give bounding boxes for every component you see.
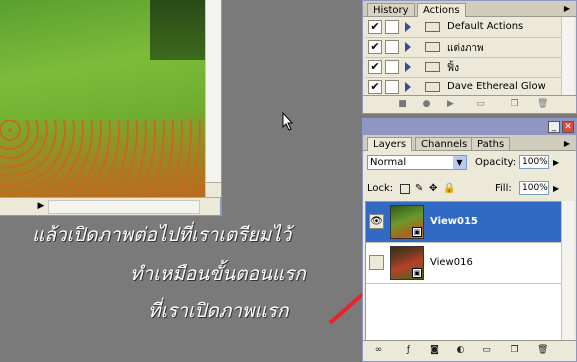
fill-field[interactable]: 100% (519, 181, 549, 195)
toggle-checkbox[interactable]: ✔ (368, 20, 382, 34)
expand-triangle-icon[interactable] (405, 82, 411, 92)
new-group-icon[interactable]: ▭ (481, 345, 492, 356)
lock-move-icon[interactable]: ✥ (429, 184, 439, 194)
toggle-checkbox[interactable]: ✔ (368, 40, 382, 54)
layer-row[interactable]: ▣ View016 (366, 243, 561, 284)
expand-triangle-icon[interactable] (405, 22, 411, 32)
delete-icon[interactable]: 🗑 (537, 99, 548, 110)
document-window: ▶ (0, 0, 222, 216)
caption-line-1: แล้วเปิดภาพต่อไปที่เราเตรียมไว้ (32, 224, 292, 246)
toggle-checkbox[interactable]: ✔ (368, 60, 382, 74)
new-set-icon[interactable]: ▭ (475, 99, 486, 110)
lock-label: Lock: (367, 183, 394, 194)
layer-row[interactable]: 👁 ▣ View015 (366, 202, 561, 243)
actions-scrollbar[interactable] (561, 17, 574, 96)
layer-list: 👁 ▣ View015 ▣ View016 (365, 201, 562, 341)
caption-line-2: ทำเหมือนขั้นตอนแรก (130, 263, 306, 285)
dialog-toggle-box[interactable] (385, 40, 399, 54)
tab-channels[interactable]: Channels (415, 137, 474, 150)
document-canvas-image[interactable] (0, 0, 205, 197)
chevron-down-icon[interactable]: ▼ (453, 156, 466, 169)
scroll-down-arrow-icon[interactable] (206, 182, 221, 197)
stop-icon[interactable]: ■ (397, 99, 408, 110)
tab-actions[interactable]: Actions (417, 3, 466, 17)
fallen-leaves-region (0, 120, 205, 197)
folder-icon (425, 82, 440, 92)
smart-object-badge-icon: ▣ (412, 227, 422, 237)
scroll-track[interactable] (48, 200, 200, 214)
layers-scrollbar[interactable] (561, 201, 574, 341)
tab-history[interactable]: History (367, 3, 415, 16)
panel-menu-arrow-icon[interactable]: ▶ (560, 138, 574, 149)
opacity-field[interactable]: 100% (519, 155, 549, 169)
expand-triangle-icon[interactable] (405, 62, 411, 72)
document-vertical-scrollbar[interactable] (205, 0, 221, 197)
action-set-label: Dave Ethereal Glow (447, 81, 546, 92)
actions-toolbar: ■ ● ▶ ▭ ❐ 🗑 (363, 95, 576, 113)
document-horizontal-scrollbar[interactable]: ▶ (0, 197, 220, 215)
folder-icon (425, 22, 440, 32)
toggle-checkbox[interactable]: ✔ (368, 80, 382, 94)
fill-slider-arrow-icon[interactable]: ▶ (553, 184, 559, 193)
dialog-toggle-box[interactable] (385, 20, 399, 34)
action-set-label: ฟิ้ง (447, 63, 459, 74)
mouse-cursor-icon (282, 112, 294, 131)
eye-icon[interactable]: 👁 (369, 214, 384, 229)
layer-name[interactable]: View015 (430, 216, 478, 227)
caption-line-3: ที่เราเปิดภาพแรก (148, 300, 289, 322)
action-set-row[interactable]: ✔ ฟิ้ง (365, 58, 562, 78)
fill-label: Fill: (495, 183, 512, 194)
minimize-icon[interactable]: _ (548, 121, 560, 133)
opacity-slider-arrow-icon[interactable]: ▶ (553, 158, 559, 167)
visibility-toggle-empty[interactable] (369, 255, 384, 270)
new-action-icon[interactable]: ❐ (509, 99, 520, 110)
tab-paths[interactable]: Paths (471, 137, 511, 150)
play-icon[interactable]: ▶ (445, 99, 456, 110)
layers-toolbar: ∞ ƒ ◙ ◐ ▭ ❐ 🗑 (363, 340, 576, 361)
new-layer-icon[interactable]: ❐ (509, 345, 520, 356)
dialog-toggle-box[interactable] (385, 60, 399, 74)
dialog-toggle-box[interactable] (385, 80, 399, 94)
expand-triangle-icon[interactable] (405, 42, 411, 52)
panel-title-bar[interactable]: _ ✕ (363, 119, 576, 135)
action-set-row[interactable]: ✔ Default Actions (365, 18, 562, 38)
link-icon[interactable]: ∞ (373, 345, 384, 356)
close-icon[interactable]: ✕ (562, 121, 574, 133)
blend-mode-select[interactable]: Normal ▼ (367, 155, 467, 170)
folder-icon (425, 62, 440, 72)
smart-object-badge-icon: ▣ (412, 268, 422, 278)
layer-name[interactable]: View016 (430, 257, 473, 268)
opacity-label: Opacity: (475, 157, 517, 168)
action-set-label: Default Actions (447, 21, 524, 32)
actions-panel: History Actions ▶ ✔ Default Actions ✔ แต… (362, 0, 577, 114)
panel-menu-arrow-icon[interactable]: ▶ (560, 3, 574, 14)
lock-paint-brush-icon[interactable]: ✎ (415, 184, 425, 194)
layer-style-icon[interactable]: ƒ (403, 345, 414, 356)
blend-mode-value: Normal (370, 157, 407, 168)
record-icon[interactable]: ● (421, 99, 432, 110)
scroll-right-arrow-icon[interactable]: ▶ (36, 200, 46, 212)
lock-all-icon[interactable]: 🔒 (443, 184, 455, 194)
layer-thumbnail[interactable]: ▣ (390, 205, 424, 239)
delete-layer-icon[interactable]: 🗑 (537, 345, 548, 356)
lock-transparent-icon[interactable] (400, 184, 410, 194)
layer-thumbnail[interactable]: ▣ (390, 246, 424, 280)
layers-panel: _ ✕ Layers Channels Paths ▶ Normal ▼ Opa… (362, 118, 577, 362)
action-set-row[interactable]: ✔ แต่งภาพ (365, 38, 562, 58)
tab-layers[interactable]: Layers (367, 137, 413, 151)
folder-icon (425, 42, 440, 52)
adjustment-layer-icon[interactable]: ◐ (455, 345, 466, 356)
action-set-label: แต่งภาพ (447, 43, 484, 54)
tree-region (150, 0, 205, 60)
mask-icon[interactable]: ◙ (429, 345, 440, 356)
